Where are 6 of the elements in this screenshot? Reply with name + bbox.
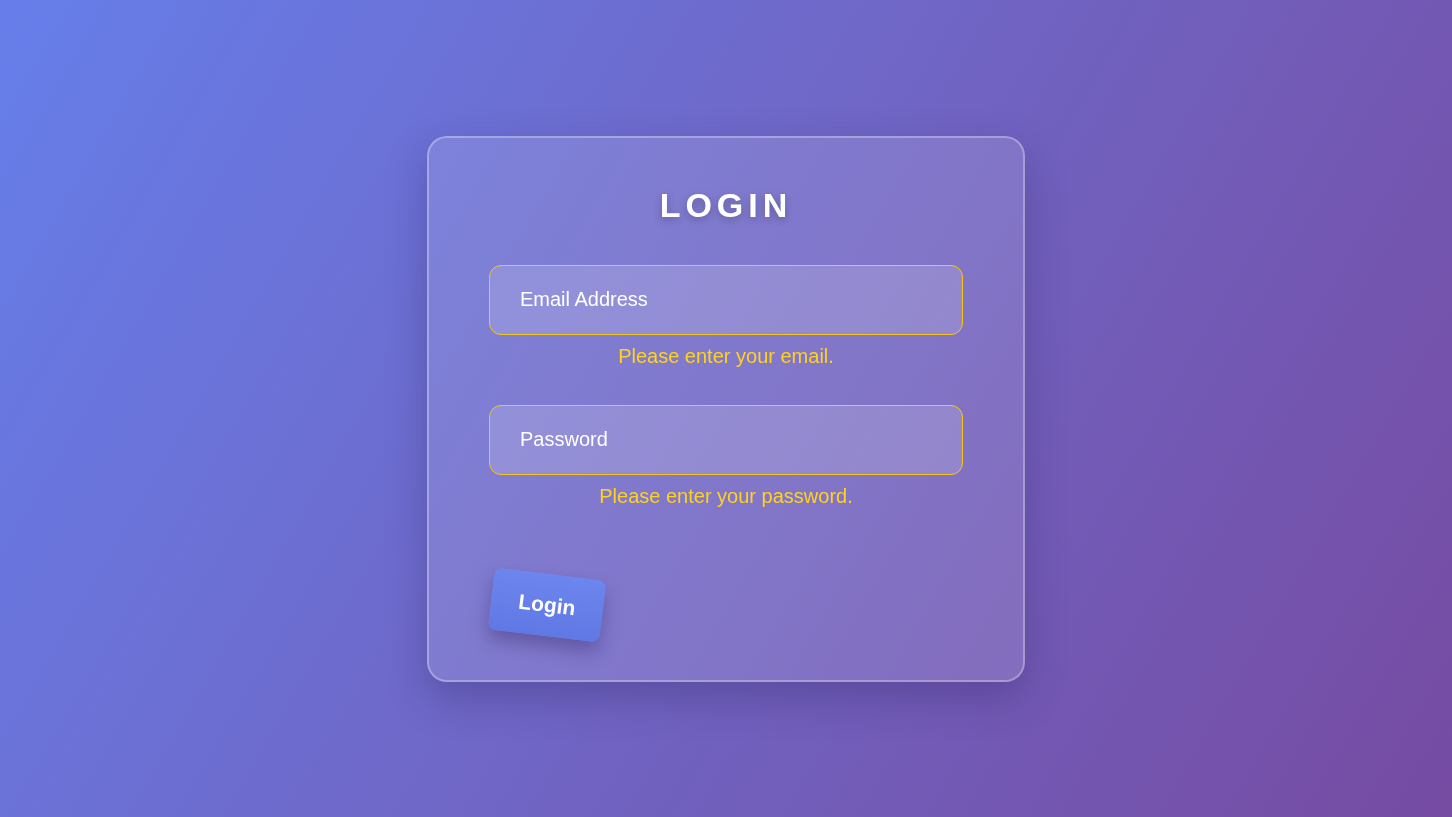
input-field[interactable]: Email Address bbox=[489, 264, 963, 335]
input-field[interactable]: Password bbox=[489, 404, 963, 475]
error-message: Please enter your password. bbox=[599, 484, 853, 508]
login-button[interactable]: Login bbox=[487, 566, 607, 643]
login-title: LOGIN bbox=[659, 185, 793, 225]
error-message: Please enter your email. bbox=[618, 344, 834, 368]
